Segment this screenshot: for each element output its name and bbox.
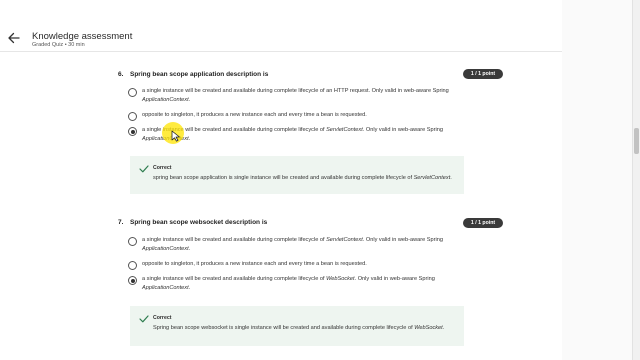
quiz-content: 6. Spring bean scope application descrip… <box>0 53 562 360</box>
option-text: a single instance will be created and av… <box>142 276 435 291</box>
option-text: a single instance will be created and av… <box>142 237 443 252</box>
answer-option-selected[interactable]: a single instance will be created and av… <box>128 275 468 295</box>
scrollbar-track[interactable] <box>632 0 640 360</box>
radio-button[interactable] <box>128 112 137 121</box>
quiz-header: Knowledge assessment Graded Quiz • 30 mi… <box>0 0 562 52</box>
feedback-box: Correct Spring bean scope websocket is s… <box>130 306 464 346</box>
radio-button-selected[interactable] <box>128 276 137 285</box>
radio-button[interactable] <box>128 88 137 97</box>
option-text: opposite to singleton, it produces a new… <box>142 261 367 267</box>
mouse-pointer-icon <box>171 130 180 142</box>
feedback-label: Correct <box>153 315 172 321</box>
option-text: a single instance will be created and av… <box>142 127 443 142</box>
feedback-text: Spring bean scope websocket is single in… <box>153 325 445 331</box>
feedback-text: spring bean scope application is single … <box>153 175 452 181</box>
answer-option[interactable]: opposite to singleton, it produces a new… <box>128 111 468 122</box>
answer-option[interactable]: a single instance will be created and av… <box>128 236 468 256</box>
scrollbar-thumb[interactable] <box>634 128 639 154</box>
back-arrow-icon[interactable] <box>7 31 21 45</box>
points-badge: 1 / 1 point <box>463 69 503 79</box>
feedback-box: Correct spring bean scope application is… <box>130 156 464 194</box>
option-text: a single instance will be created and av… <box>142 88 449 103</box>
check-icon <box>139 315 149 323</box>
question-text: Spring bean scope application descriptio… <box>130 71 269 78</box>
page-subtitle: Graded Quiz • 30 min <box>32 42 85 48</box>
radio-button[interactable] <box>128 237 137 246</box>
option-text: opposite to singleton, it produces a new… <box>142 112 367 118</box>
right-gutter <box>562 0 632 360</box>
radio-button-selected[interactable] <box>128 127 137 136</box>
points-badge: 1 / 1 point <box>463 218 503 228</box>
answer-option[interactable]: a single instance will be created and av… <box>128 87 468 107</box>
radio-button[interactable] <box>128 261 137 270</box>
feedback-label: Correct <box>153 165 172 171</box>
check-icon <box>139 165 149 173</box>
question-number: 7. <box>118 219 124 226</box>
page-title: Knowledge assessment <box>32 31 133 42</box>
question-text: Spring bean scope websocket description … <box>130 219 268 226</box>
question-number: 6. <box>118 71 124 78</box>
answer-option[interactable]: opposite to singleton, it produces a new… <box>128 260 468 271</box>
